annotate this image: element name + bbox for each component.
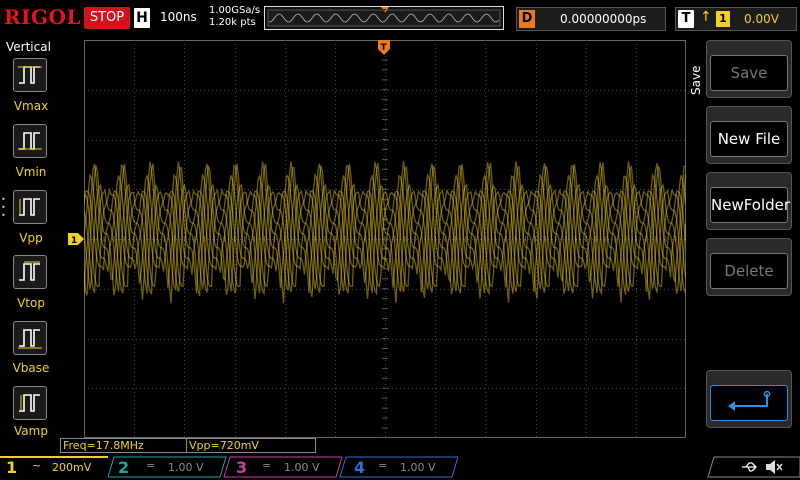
timebase-value[interactable]: 100ns — [160, 10, 197, 24]
channel2-number[interactable]: 2 — [118, 458, 129, 477]
vmax-label: Vmax — [13, 99, 49, 113]
memory-depth: 1.20k pts — [209, 17, 256, 28]
vpp-measurement: Vpp=720mV — [186, 438, 316, 453]
vbase-button[interactable] — [13, 321, 47, 355]
frequency-measurement: Freq=17.8MHz — [60, 438, 188, 453]
vmin-icon — [18, 132, 42, 150]
vmin-button[interactable] — [13, 124, 47, 158]
svg-text:1: 1 — [71, 236, 77, 245]
vamp-icon — [19, 394, 40, 412]
memory-timeline: T — [264, 6, 504, 30]
trigger-level: 0.00V — [744, 12, 779, 26]
channel3-scale: 1.00 V — [284, 461, 320, 474]
delay-value: 0.00000000ps — [560, 12, 647, 26]
channel3-coupling-icon: = — [262, 459, 272, 472]
delete-button[interactable]: Delete — [706, 238, 792, 296]
return-button[interactable] — [706, 370, 792, 428]
channel1-trace — [84, 161, 686, 304]
brand-logo: RIGOL — [4, 5, 82, 29]
channel2-scale: 1.00 V — [168, 461, 204, 474]
new-folder-button[interactable]: NewFolder — [706, 172, 792, 230]
trigger-source: 1 — [716, 11, 730, 27]
vamp-label: Vamp — [14, 424, 48, 438]
new-file-label: New File — [710, 121, 788, 157]
trigger-label: T — [678, 10, 694, 28]
channel2-coupling-icon: = — [146, 459, 156, 472]
run-stop-status[interactable]: STOP — [84, 7, 130, 29]
svg-text:T: T — [381, 43, 388, 53]
channel1-offset-marker[interactable]: 1 — [68, 233, 84, 245]
trigger-position-marker[interactable]: T — [378, 40, 390, 56]
vpp-label: Vpp — [19, 231, 43, 245]
vbase-label: Vbase — [12, 361, 50, 375]
vtop-icon — [19, 261, 40, 281]
waveform-display[interactable] — [84, 40, 686, 438]
vmax-button[interactable] — [13, 58, 47, 92]
vpp-button[interactable] — [13, 190, 47, 224]
panel-title: Vertical — [6, 40, 51, 54]
new-file-button[interactable]: New File — [706, 106, 792, 164]
vtop-button[interactable] — [13, 255, 47, 289]
channel4-coupling-icon: = — [378, 459, 388, 472]
save-button-label: Save — [710, 55, 788, 91]
speaker-muted-icon[interactable] — [764, 459, 784, 475]
return-icon-box — [710, 385, 788, 421]
vbase-icon — [18, 329, 42, 349]
sample-rate: 1.00GSa/s — [209, 5, 261, 16]
horizontal-label: H — [134, 8, 150, 28]
timeline-graphic: T — [267, 7, 501, 27]
return-icon — [728, 390, 771, 411]
vmax-icon — [18, 66, 42, 84]
channel4-number[interactable]: 4 — [354, 458, 365, 477]
delay-label: D — [519, 10, 535, 28]
page-indicator-dots: • • • — [1, 195, 6, 220]
usb-icon — [742, 462, 757, 472]
new-folder-label: NewFolder — [710, 187, 790, 223]
vmin-label: Vmin — [15, 165, 47, 179]
channel1-scale: 200mV — [52, 461, 92, 474]
save-menu-title: Save — [689, 65, 703, 95]
vtop-label: Vtop — [17, 296, 45, 310]
channel4-scale: 1.00 V — [400, 461, 436, 474]
channel1-number: 1 — [6, 458, 18, 477]
vpp-icon — [19, 198, 40, 216]
vamp-button[interactable] — [13, 386, 47, 420]
rising-edge-icon: ↑ — [700, 9, 712, 25]
svg-text:T: T — [381, 8, 387, 16]
channel1-coupling-icon: ~ — [32, 459, 42, 472]
delete-label: Delete — [710, 253, 788, 289]
channel3-number[interactable]: 3 — [236, 458, 247, 477]
save-button[interactable]: Save — [706, 40, 792, 98]
